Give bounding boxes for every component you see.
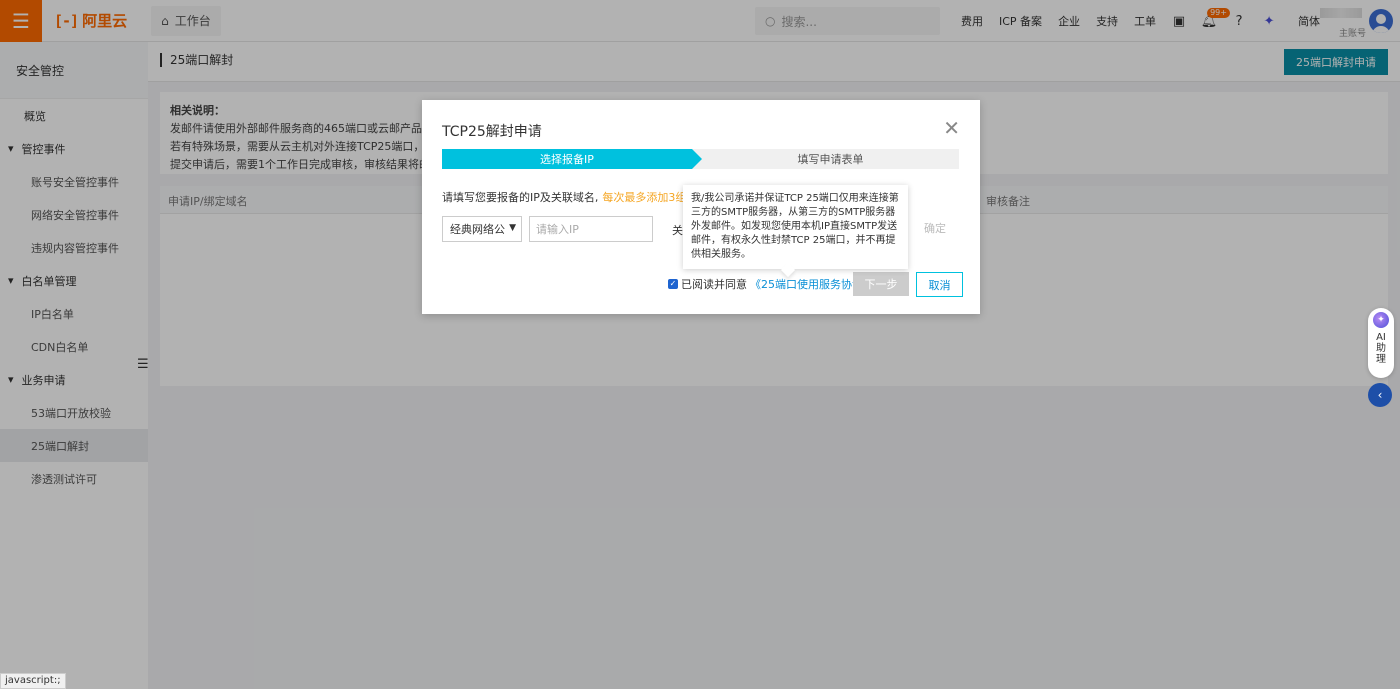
ai-orb-icon: ✦ [1373, 312, 1389, 328]
ip-input[interactable]: 请输入IP [529, 216, 653, 242]
agree-text: 已阅读并同意 [681, 278, 747, 291]
step-fill-form: 填写申请表单 [692, 149, 959, 169]
confirm-add-link[interactable]: 确定 [924, 220, 946, 236]
step-select-ip: 选择报备IP [442, 149, 702, 169]
cancel-button[interactable]: 取消 [916, 272, 963, 297]
ai-assistant-float[interactable]: ✦ AI 助 理 [1368, 308, 1394, 378]
ip-placeholder: 请输入IP [536, 223, 579, 236]
ai-label: 助 [1376, 343, 1386, 354]
tip-warning: 每次最多添加3组 [602, 191, 687, 204]
dialog-title: TCP25解封申请 [442, 124, 542, 140]
collapse-left-icon[interactable]: ‹ [1368, 383, 1392, 407]
step-indicator: 选择报备IP 填写申请表单 [442, 149, 959, 169]
ip-tip: 请填写您要报备的IP及关联域名, 每次最多添加3组 [442, 189, 686, 205]
agree-checkbox[interactable]: ✓ [668, 279, 678, 289]
close-icon[interactable]: ✕ [943, 116, 960, 140]
ai-label: AI [1376, 332, 1386, 343]
related-domain-label: 关 [672, 224, 683, 237]
ai-label: 理 [1376, 354, 1386, 365]
network-type-value: 经典网络公 [450, 223, 505, 236]
network-type-select[interactable]: 经典网络公 ▼ [442, 216, 522, 242]
agreement-row: ✓ 已阅读并同意 《25端口使用服务协议》 [668, 276, 874, 292]
status-bar: javascript:; [0, 673, 66, 689]
chevron-down-icon: ▼ [509, 223, 516, 233]
next-step-button[interactable]: 下一步 [853, 272, 909, 296]
agreement-tooltip: 我/我公司承诺并保证TCP 25端口仅用来连接第三方的SMTP服务器，从第三方的… [683, 185, 908, 269]
tip-text: 请填写您要报备的IP及关联域名, [442, 191, 599, 204]
